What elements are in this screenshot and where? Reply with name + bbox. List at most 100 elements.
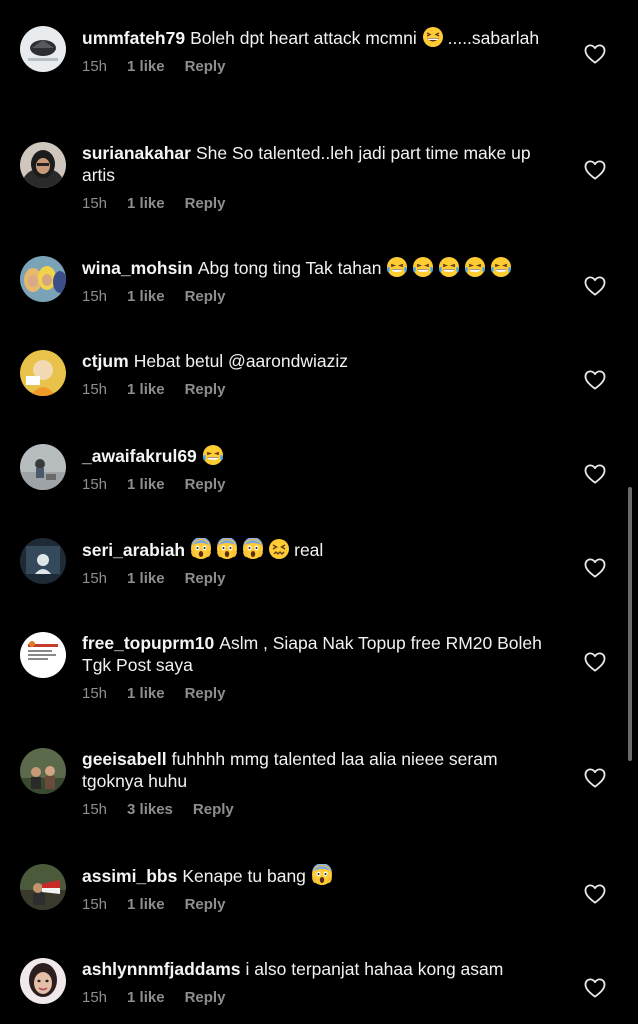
heart-outline-icon[interactable] bbox=[584, 160, 606, 180]
tears-of-joy-emoji bbox=[464, 256, 486, 278]
comment-meta: 15h 1 like Reply bbox=[82, 476, 552, 494]
heart-outline-icon[interactable] bbox=[584, 44, 606, 64]
comment-body: _awaifakrul69 15h 1 like Reply bbox=[82, 444, 552, 494]
like-count[interactable]: 1 like bbox=[127, 58, 165, 75]
timestamp: 15h bbox=[82, 288, 108, 305]
timestamp: 15h bbox=[82, 381, 108, 398]
comment-body: ummfateh79 Boleh dpt heart attack mcmni .… bbox=[82, 26, 552, 76]
like-count[interactable]: 1 like bbox=[127, 381, 165, 398]
comment-text: ctjum Hebat betul @aarondwiaziz bbox=[82, 350, 552, 372]
tears-of-joy-emoji bbox=[412, 256, 434, 278]
timestamp: 15h bbox=[82, 685, 108, 702]
avatar[interactable] bbox=[20, 958, 66, 1004]
comment-text-before: Abg tong ting Tak tahan bbox=[197, 258, 382, 278]
timestamp: 15h bbox=[82, 896, 108, 913]
avatar[interactable] bbox=[20, 26, 66, 72]
reply-button[interactable]: Reply bbox=[185, 685, 226, 702]
confounded-face-emoji bbox=[268, 538, 290, 560]
comment-text-after: .....sabarlah bbox=[447, 28, 540, 48]
tears-of-joy-emoji bbox=[202, 444, 224, 466]
comment-text-before: Kenape tu bang bbox=[182, 866, 306, 886]
reply-button[interactable]: Reply bbox=[185, 58, 226, 75]
reply-button[interactable]: Reply bbox=[185, 989, 226, 1006]
comment-body: surianakahar She So talented..leh jadi pa… bbox=[82, 142, 552, 213]
like-count[interactable]: 1 like bbox=[127, 896, 165, 913]
reply-button[interactable]: Reply bbox=[185, 896, 226, 913]
avatar[interactable] bbox=[20, 444, 66, 490]
reply-button[interactable]: Reply bbox=[185, 570, 226, 587]
like-count[interactable]: 1 like bbox=[127, 476, 165, 493]
heart-outline-icon[interactable] bbox=[584, 558, 606, 578]
like-count[interactable]: 1 like bbox=[127, 989, 165, 1006]
like-count[interactable]: 1 like bbox=[127, 195, 165, 212]
timestamp: 15h bbox=[82, 195, 108, 212]
reply-button[interactable]: Reply bbox=[185, 381, 226, 398]
comment-meta: 15h 1 like Reply bbox=[82, 195, 552, 213]
comment-body: seri_arabiah real 15h 1 like Reply bbox=[82, 538, 552, 588]
comment-text: _awaifakrul69 bbox=[82, 444, 552, 467]
avatar[interactable] bbox=[20, 632, 66, 678]
username-link[interactable]: wina_mohsin bbox=[82, 258, 193, 278]
comment-meta: 15h 1 like Reply bbox=[82, 288, 552, 306]
comment-text: free_topuprm10 Aslm , Siapa Nak Topup fre… bbox=[82, 632, 552, 676]
comment-text-before: i also terpanjat hahaa kong asam bbox=[245, 959, 504, 979]
reply-button[interactable]: Reply bbox=[185, 476, 226, 493]
screaming-face-emoji bbox=[216, 538, 238, 560]
like-count[interactable]: 1 like bbox=[127, 570, 165, 587]
username-link[interactable]: _awaifakrul69 bbox=[82, 446, 197, 466]
heart-outline-icon[interactable] bbox=[584, 276, 606, 296]
avatar[interactable] bbox=[20, 748, 66, 794]
comment-meta: 15h 3 likes Reply bbox=[82, 801, 552, 819]
comment-text-after: real bbox=[294, 540, 324, 560]
screaming-face-emoji bbox=[311, 864, 333, 886]
heart-outline-icon[interactable] bbox=[584, 370, 606, 390]
comment-text: assimi_bbs Kenape tu bang bbox=[82, 864, 552, 887]
like-count[interactable]: 1 like bbox=[127, 288, 165, 305]
tears-of-joy-emoji bbox=[438, 256, 460, 278]
username-link[interactable]: free_topuprm10 bbox=[82, 633, 214, 653]
comment-text-before: Boleh dpt heart attack mcmni bbox=[190, 28, 417, 48]
comment-body: assimi_bbs Kenape tu bang 15h 1 like Reply bbox=[82, 864, 552, 914]
reply-button[interactable]: Reply bbox=[193, 801, 234, 818]
username-link[interactable]: ashlynnmfjaddams bbox=[82, 959, 241, 979]
avatar[interactable] bbox=[20, 256, 66, 302]
username-link[interactable]: ctjum bbox=[82, 351, 129, 371]
username-link[interactable]: assimi_bbs bbox=[82, 866, 177, 886]
like-count[interactable]: 3 likes bbox=[127, 801, 173, 818]
heart-outline-icon[interactable] bbox=[584, 652, 606, 672]
comment-body: ctjum Hebat betul @aarondwiaziz 15h 1 like R… bbox=[82, 350, 552, 399]
comment-text: geeisabell fuhhhh mmg talented laa alia n… bbox=[82, 748, 552, 792]
heart-outline-icon[interactable] bbox=[584, 884, 606, 904]
comment-meta: 15h 1 like Reply bbox=[82, 989, 552, 1007]
avatar[interactable] bbox=[20, 350, 66, 396]
scrollbar[interactable] bbox=[628, 487, 632, 761]
avatar[interactable] bbox=[20, 142, 66, 188]
username-link[interactable]: seri_arabiah bbox=[82, 540, 185, 560]
timestamp: 15h bbox=[82, 476, 108, 493]
comment-text: surianakahar She So talented..leh jadi pa… bbox=[82, 142, 552, 186]
heart-outline-icon[interactable] bbox=[584, 978, 606, 998]
comment-text: ummfateh79 Boleh dpt heart attack mcmni .… bbox=[82, 26, 552, 49]
comment-body: ashlynnmfjaddams i also terpanjat hahaa k… bbox=[82, 958, 552, 1007]
reply-button[interactable]: Reply bbox=[185, 195, 226, 212]
timestamp: 15h bbox=[82, 989, 108, 1006]
username-link[interactable]: geeisabell bbox=[82, 749, 167, 769]
comment-meta: 15h 1 like Reply bbox=[82, 685, 552, 703]
comment-meta: 15h 1 like Reply bbox=[82, 570, 552, 588]
comment-text: ashlynnmfjaddams i also terpanjat hahaa k… bbox=[82, 958, 552, 980]
screaming-face-emoji bbox=[190, 538, 212, 560]
tears-of-joy-emoji bbox=[490, 256, 512, 278]
timestamp: 15h bbox=[82, 58, 108, 75]
screaming-face-emoji bbox=[242, 538, 264, 560]
username-link[interactable]: surianakahar bbox=[82, 143, 191, 163]
avatar[interactable] bbox=[20, 538, 66, 584]
comment-body: free_topuprm10 Aslm , Siapa Nak Topup fre… bbox=[82, 632, 552, 703]
comment-text: seri_arabiah real bbox=[82, 538, 552, 561]
heart-outline-icon[interactable] bbox=[584, 464, 606, 484]
username-link[interactable]: ummfateh79 bbox=[82, 28, 185, 48]
grinning-squint-emoji bbox=[422, 26, 444, 48]
heart-outline-icon[interactable] bbox=[584, 768, 606, 788]
reply-button[interactable]: Reply bbox=[185, 288, 226, 305]
avatar[interactable] bbox=[20, 864, 66, 910]
like-count[interactable]: 1 like bbox=[127, 685, 165, 702]
